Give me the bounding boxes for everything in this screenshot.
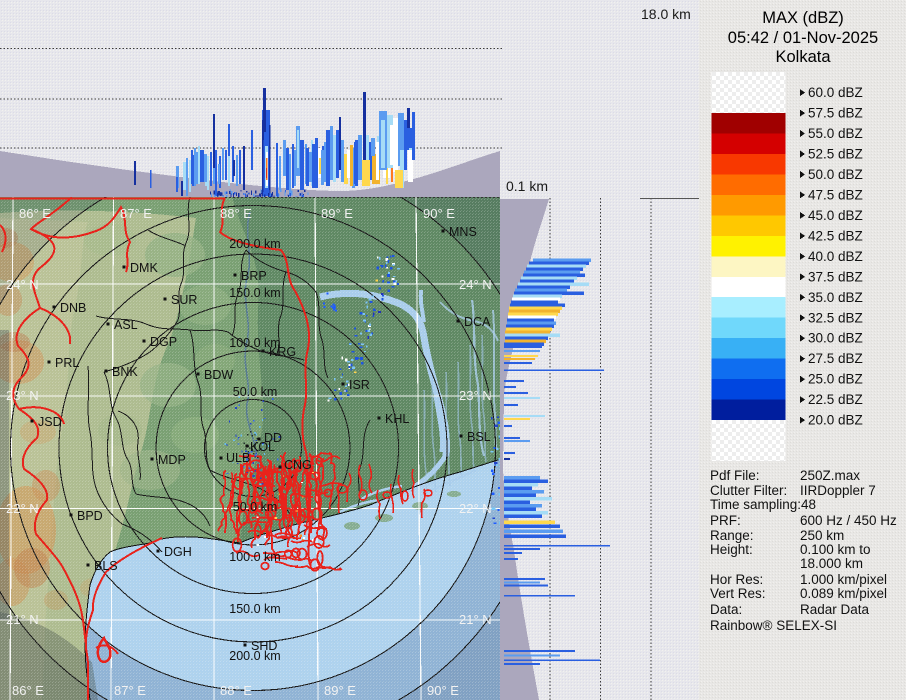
svg-text:BPD: BPD — [77, 509, 103, 523]
svg-text:CNG: CNG — [284, 458, 312, 472]
svg-text:60.0 dBZ: 60.0 dBZ — [808, 85, 863, 100]
svg-text:50.0 dBZ: 50.0 dBZ — [808, 167, 863, 182]
svg-text:21° N: 21° N — [6, 612, 39, 627]
svg-text:89° E: 89° E — [324, 683, 356, 698]
svg-text:86° E: 86° E — [19, 206, 51, 221]
svg-text:30.0 dBZ: 30.0 dBZ — [808, 331, 863, 346]
svg-text:150.0 km: 150.0 km — [229, 286, 280, 300]
svg-text:90° E: 90° E — [423, 206, 455, 221]
svg-text:ULB: ULB — [226, 451, 250, 465]
svg-text:Vert Res:: Vert Res: — [710, 586, 766, 601]
svg-text:18.0 km: 18.0 km — [641, 6, 691, 22]
svg-text:DNB: DNB — [60, 301, 86, 315]
svg-text:200.0 km: 200.0 km — [229, 237, 280, 251]
svg-text:MAX (dBZ): MAX (dBZ) — [762, 9, 844, 27]
svg-text:Radar Data: Radar Data — [800, 602, 870, 617]
svg-text:90° E: 90° E — [427, 683, 459, 698]
svg-text:47.5 dBZ: 47.5 dBZ — [808, 187, 863, 202]
svg-text:35.0 dBZ: 35.0 dBZ — [808, 290, 863, 305]
svg-text:JSD: JSD — [38, 415, 62, 429]
svg-text:100.0 km: 100.0 km — [229, 550, 280, 564]
svg-text:ASL: ASL — [114, 318, 138, 332]
svg-text:23° N: 23° N — [459, 388, 492, 403]
svg-text:42.5 dBZ: 42.5 dBZ — [808, 228, 863, 243]
svg-text:52.5 dBZ: 52.5 dBZ — [808, 147, 863, 162]
svg-text:100.0 km: 100.0 km — [229, 336, 280, 350]
svg-text:0.1 km: 0.1 km — [506, 178, 548, 194]
svg-text:55.0 dBZ: 55.0 dBZ — [808, 126, 863, 141]
svg-text:45.0 dBZ: 45.0 dBZ — [808, 208, 863, 223]
svg-text:BNK: BNK — [112, 365, 138, 379]
svg-text:BDW: BDW — [204, 368, 233, 382]
svg-text:05:42 / 01-Nov-2025: 05:42 / 01-Nov-2025 — [728, 29, 878, 47]
svg-text:150.0 km: 150.0 km — [229, 602, 280, 616]
svg-text:32.5 dBZ: 32.5 dBZ — [808, 310, 863, 325]
svg-text:20.0 dBZ: 20.0 dBZ — [808, 413, 863, 428]
svg-text:87° E: 87° E — [120, 206, 152, 221]
svg-text:DCA: DCA — [464, 315, 491, 329]
svg-text:21° N: 21° N — [459, 612, 492, 627]
svg-text:DMK: DMK — [130, 261, 158, 275]
svg-text:200.0 km: 200.0 km — [229, 649, 280, 663]
svg-text:22° N: 22° N — [6, 501, 39, 516]
svg-text:Time sampling:48: Time sampling:48 — [710, 497, 816, 512]
svg-text:Range:: Range: — [710, 528, 754, 543]
svg-text:BSL: BSL — [467, 430, 491, 444]
svg-text:57.5 dBZ: 57.5 dBZ — [808, 106, 863, 121]
svg-text:IIRDoppler 7: IIRDoppler 7 — [800, 483, 876, 498]
svg-text:Hor Res:: Hor Res: — [710, 572, 763, 587]
svg-text:88° E: 88° E — [220, 683, 252, 698]
svg-text:SUR: SUR — [171, 293, 197, 307]
svg-text:50.0 km: 50.0 km — [233, 385, 277, 399]
svg-text:37.5 dBZ: 37.5 dBZ — [808, 269, 863, 284]
svg-text:PRL: PRL — [55, 356, 79, 370]
svg-text:DGH: DGH — [164, 545, 192, 559]
svg-text:Kolkata: Kolkata — [775, 48, 831, 66]
svg-text:50.0 km: 50.0 km — [233, 500, 277, 514]
svg-text:0.089 km/pixel: 0.089 km/pixel — [800, 586, 887, 601]
svg-text:600 Hz / 450 Hz: 600 Hz / 450 Hz — [800, 513, 897, 528]
svg-text:23° N: 23° N — [6, 388, 39, 403]
svg-text:DGP: DGP — [150, 335, 177, 349]
svg-text:1.000 km/pixel: 1.000 km/pixel — [800, 572, 887, 587]
svg-text:MNS: MNS — [449, 225, 477, 239]
svg-text:BRP: BRP — [241, 269, 267, 283]
svg-text:89° E: 89° E — [321, 206, 353, 221]
svg-text:22.5 dBZ: 22.5 dBZ — [808, 392, 863, 407]
svg-text:Data:: Data: — [710, 602, 742, 617]
svg-text:24° N: 24° N — [459, 277, 492, 292]
svg-text:0.100 km to: 0.100 km to — [800, 542, 871, 557]
svg-text:MDP: MDP — [158, 453, 186, 467]
svg-text:ISR: ISR — [349, 378, 370, 392]
svg-text:250 km: 250 km — [800, 528, 844, 543]
svg-text:250Z.max: 250Z.max — [800, 468, 860, 483]
svg-text:KHL: KHL — [385, 412, 409, 426]
svg-text:Rainbow® SELEX-SI: Rainbow® SELEX-SI — [710, 618, 837, 633]
svg-text:40.0 dBZ: 40.0 dBZ — [808, 249, 863, 264]
svg-text:25.0 dBZ: 25.0 dBZ — [808, 372, 863, 387]
svg-text:KOL: KOL — [250, 440, 275, 454]
svg-text:Pdf File:: Pdf File: — [710, 468, 760, 483]
svg-text:Height:: Height: — [710, 542, 753, 557]
svg-text:18.000 km: 18.000 km — [800, 556, 863, 571]
svg-text:86° E: 86° E — [12, 683, 44, 698]
svg-text:87° E: 87° E — [114, 683, 146, 698]
svg-text:PRF:: PRF: — [710, 513, 741, 528]
svg-text:24° N: 24° N — [6, 277, 39, 292]
svg-text:BLS: BLS — [94, 559, 118, 573]
svg-text:27.5 dBZ: 27.5 dBZ — [808, 351, 863, 366]
svg-text:Clutter Filter:: Clutter Filter: — [710, 483, 787, 498]
svg-text:22° N: 22° N — [459, 501, 492, 516]
svg-text:88° E: 88° E — [220, 206, 252, 221]
